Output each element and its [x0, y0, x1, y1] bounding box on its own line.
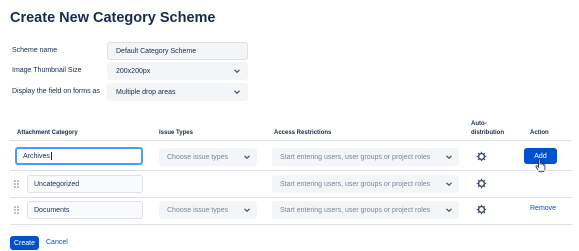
category-name-value: Archives: [23, 152, 50, 160]
remove-category-link[interactable]: Remove: [530, 205, 556, 212]
issue-types-placeholder: Choose issue types: [167, 206, 229, 214]
access-restrictions-placeholder: Start entering users, user groups or pro…: [280, 180, 431, 188]
gear-icon[interactable]: [476, 204, 487, 215]
chevron-down-icon: [244, 208, 250, 213]
chevron-down-icon: [446, 155, 452, 160]
header-attachment-category: Attachment Category: [17, 130, 78, 136]
gear-icon[interactable]: [476, 178, 487, 189]
scheme-name-value: Default Category Scheme: [116, 47, 197, 55]
page-title: Create New Category Scheme: [10, 10, 216, 26]
row-divider: [10, 170, 572, 171]
header-auto-distribution-line1: Auto-: [471, 121, 487, 127]
drag-handle-icon[interactable]: [14, 180, 19, 188]
chevron-down-icon: [446, 182, 452, 187]
chevron-down-icon: [446, 208, 452, 213]
category-name-value: Uncategorized: [34, 180, 80, 188]
issue-types-select[interactable]: Choose issue types: [159, 201, 257, 219]
category-name-input[interactable]: Documents: [27, 201, 143, 219]
issue-types-placeholder: Choose issue types: [167, 153, 229, 161]
header-auto-distribution-line2: distribution: [471, 130, 504, 136]
header-issue-types: Issue Types: [159, 130, 193, 136]
scheme-name-label: Scheme name: [12, 47, 58, 54]
display-field-label: Display the field on forms as: [12, 88, 100, 95]
access-restrictions-select[interactable]: Start entering users, user groups or pro…: [272, 148, 459, 166]
category-name-input[interactable]: Archives: [15, 147, 143, 165]
issue-types-select[interactable]: Choose issue types: [159, 148, 257, 166]
access-restrictions-placeholder: Start entering users, user groups or pro…: [280, 153, 431, 161]
row-divider: [10, 197, 572, 198]
chevron-down-icon: [244, 155, 250, 160]
drag-handle-icon[interactable]: [14, 206, 19, 214]
scheme-name-input[interactable]: Default Category Scheme: [107, 42, 248, 60]
display-field-select[interactable]: Multiple drop areas: [107, 83, 248, 101]
thumbnail-size-label: Image Thumbnail Size: [12, 67, 82, 74]
cancel-link[interactable]: Cancel: [46, 239, 68, 246]
row-divider: [10, 224, 572, 225]
access-restrictions-placeholder: Start entering users, user groups or pro…: [280, 206, 431, 214]
header-divider: [10, 140, 572, 141]
create-button[interactable]: Create: [10, 236, 39, 250]
text-caret: [50, 152, 52, 160]
header-access-restrictions: Access Restrictions: [274, 130, 332, 136]
chevron-down-icon: [234, 69, 240, 74]
thumbnail-size-value: 200x200px: [116, 67, 151, 75]
gear-icon[interactable]: [476, 151, 487, 162]
access-restrictions-select[interactable]: Start entering users, user groups or pro…: [272, 175, 459, 193]
category-name-input[interactable]: Uncategorized: [27, 175, 143, 193]
thumbnail-size-select[interactable]: 200x200px: [107, 62, 248, 80]
header-action: Action: [530, 130, 549, 136]
category-name-value: Documents: [34, 206, 70, 214]
access-restrictions-select[interactable]: Start entering users, user groups or pro…: [272, 201, 459, 219]
chevron-down-icon: [234, 90, 240, 95]
display-field-value: Multiple drop areas: [116, 88, 176, 96]
